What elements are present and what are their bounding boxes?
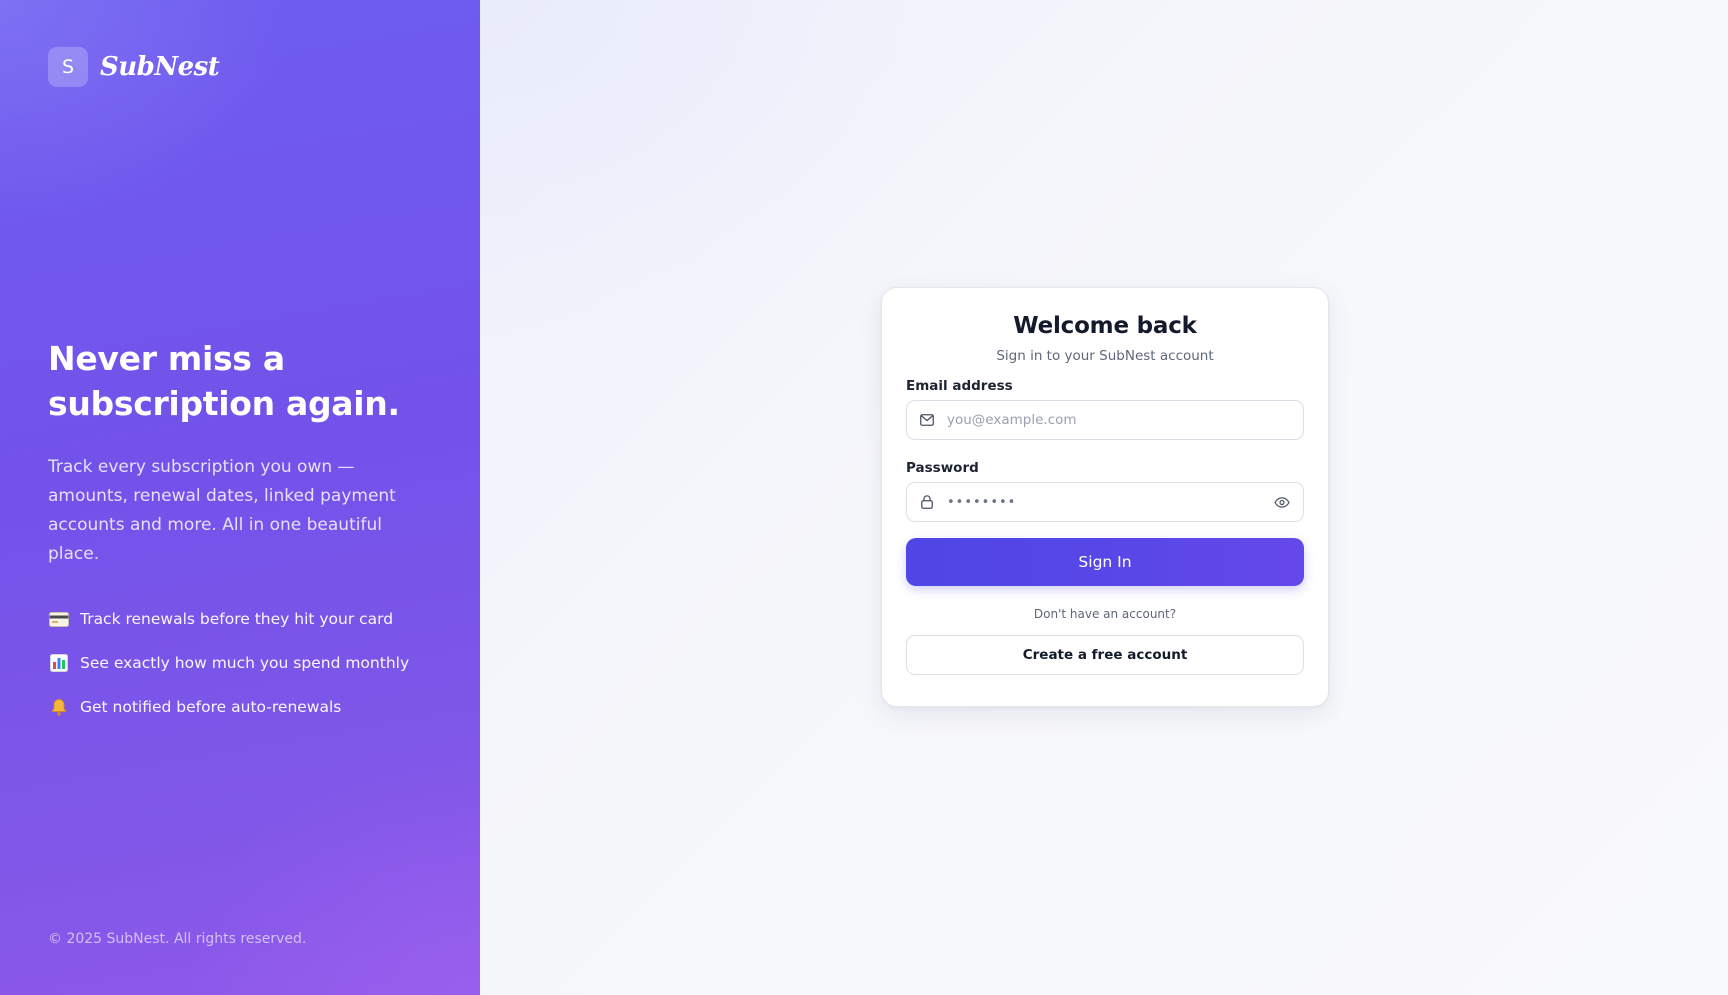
feature-label: Track renewals before they hit your card (80, 610, 394, 628)
password-field[interactable]: •••••••• (906, 482, 1304, 522)
hero-title: Never miss a subscription again. (48, 339, 400, 423)
feature-item: Get notified before auto-renewals (48, 685, 438, 729)
login-stage: Welcome back Sign in to your SubNest acc… (480, 0, 1728, 995)
feature-item: Track renewals before they hit your card (48, 597, 438, 641)
credit-card-icon (48, 608, 70, 630)
password-input[interactable]: •••••••• (947, 495, 1273, 510)
feature-label: See exactly how much you spend monthly (80, 654, 410, 672)
login-title: Welcome back (1013, 313, 1197, 339)
eye-icon[interactable] (1273, 493, 1291, 511)
hero-panel: S SubNest Never miss a subscription agai… (0, 0, 480, 995)
brand-name: SubNest (100, 52, 220, 82)
email-label: Email address (906, 378, 1013, 394)
bell-icon (48, 696, 70, 718)
copyright: © 2025 SubNest. All rights reserved. (48, 931, 307, 947)
login-subtitle: Sign in to your SubNest account (996, 348, 1214, 364)
mail-icon (919, 412, 935, 428)
email-field[interactable] (906, 400, 1304, 440)
brand-badge: S (48, 47, 88, 87)
sign-in-button[interactable]: Sign In (906, 538, 1304, 586)
password-label: Password (906, 460, 979, 476)
login-card: Welcome back Sign in to your SubNest acc… (881, 287, 1329, 707)
bar-chart-icon (48, 652, 70, 674)
hero-description: Track every subscription you own — amoun… (48, 457, 396, 564)
feature-list: Track renewals before they hit your card… (48, 597, 438, 729)
feature-item: See exactly how much you spend monthly (48, 641, 438, 685)
no-account-text: Don't have an account? (1033, 607, 1177, 621)
create-account-button[interactable]: Create a free account (906, 635, 1304, 675)
hero-content: Never miss a subscription again. Track e… (48, 336, 438, 729)
email-input[interactable] (947, 412, 1291, 428)
lock-icon (919, 494, 935, 510)
brand-logo[interactable]: S SubNest (48, 47, 220, 87)
feature-label: Get notified before auto-renewals (80, 698, 342, 716)
